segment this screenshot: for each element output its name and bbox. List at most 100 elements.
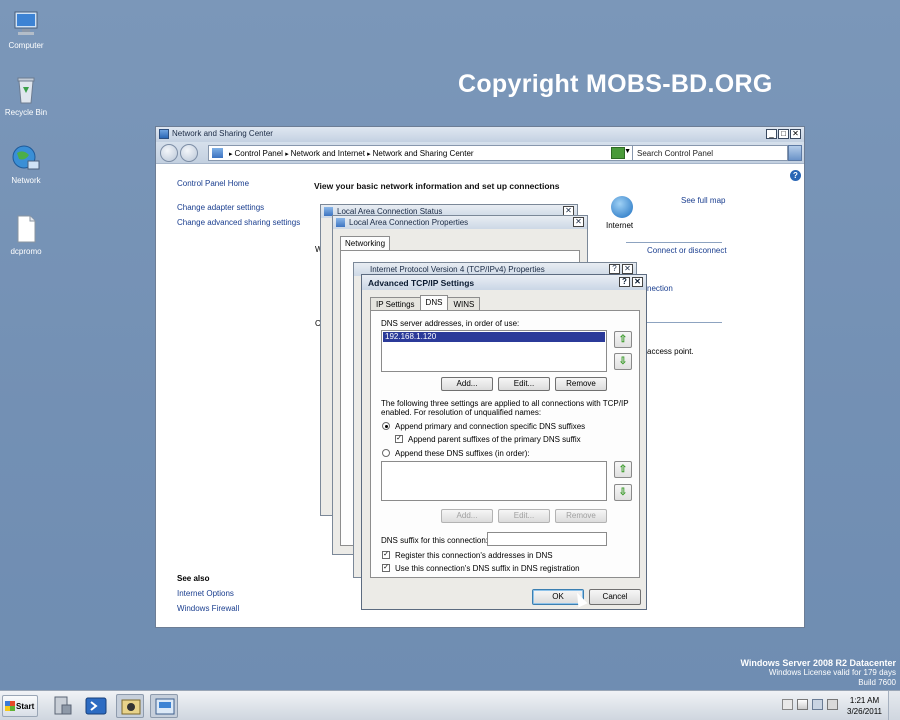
link-connect-or-disconnect[interactable]: Connect or disconnect: [647, 246, 727, 255]
copyright-watermark: Copyright MOBS-BD.ORG: [458, 70, 773, 98]
breadcrumb-network-sharing[interactable]: Network and Sharing Center: [373, 149, 474, 158]
desktop-icon-network[interactable]: Network: [0, 143, 52, 185]
computer-icon: [11, 8, 41, 38]
window-titlebar[interactable]: Network and Sharing Center _ □ ✕: [156, 127, 804, 142]
breadcrumb-control-panel[interactable]: Control Panel: [234, 149, 282, 158]
help-button[interactable]: ?: [609, 264, 620, 274]
maximize-button[interactable]: □: [778, 129, 789, 139]
dialog-titlebar[interactable]: Local Area Connection Properties ✕: [333, 216, 587, 229]
tab-dns[interactable]: DNS: [419, 295, 449, 310]
link-change-adapter-settings[interactable]: Change adapter settings: [177, 203, 264, 212]
desktop-icon-computer[interactable]: Computer: [0, 8, 52, 50]
network-icon: [336, 218, 345, 227]
close-button[interactable]: ✕: [622, 264, 633, 274]
edit-button[interactable]: Edit...: [498, 377, 550, 391]
refresh-button[interactable]: [611, 147, 625, 159]
check-use-suffix-label: Use this connection's DNS suffix in DNS …: [395, 564, 580, 573]
radio-append-these[interactable]: [382, 449, 390, 457]
check-register[interactable]: ✓: [382, 551, 390, 559]
see-also-heading: See also: [177, 574, 210, 583]
os-watermark: Windows Server 2008 R2 Datacenter Window…: [741, 658, 897, 688]
dns-suffix-list[interactable]: [381, 461, 607, 501]
dns-servers-label: DNS server addresses, in order of use:: [381, 319, 520, 328]
suffix-remove-button[interactable]: Remove: [555, 509, 607, 523]
tab-wins[interactable]: WINS: [447, 297, 481, 310]
remove-button[interactable]: Remove: [555, 377, 607, 391]
suffix-add-button[interactable]: Add...: [441, 509, 493, 523]
tab-networking[interactable]: Networking: [340, 236, 391, 250]
control-panel-icon: [212, 148, 223, 158]
back-button[interactable]: [160, 144, 178, 162]
network-tray-icon[interactable]: [812, 699, 823, 710]
down-arrow-icon: ⇩: [618, 487, 628, 498]
move-down-button[interactable]: ⇩: [614, 353, 632, 370]
os-build: Build 7600: [858, 678, 896, 687]
tab-ip-settings[interactable]: IP Settings: [370, 297, 421, 310]
search-input[interactable]: Search Control Panel: [632, 145, 788, 161]
clock-date: 3/26/2011: [847, 707, 882, 716]
main-heading: View your basic network information and …: [314, 181, 560, 191]
link-see-full-map[interactable]: See full map: [681, 196, 725, 205]
breadcrumb-network-internet[interactable]: Network and Internet: [291, 149, 365, 158]
link-internet-options[interactable]: Internet Options: [177, 589, 234, 598]
address-bar[interactable]: ▸ Control Panel ▸ Network and Internet ▸…: [208, 145, 636, 161]
dialog-titlebar[interactable]: Advanced TCP/IP Settings ? ✕: [362, 275, 646, 290]
server-manager-icon[interactable]: [48, 694, 76, 718]
check-append-parent-label: Append parent suffixes of the primary DN…: [408, 435, 581, 444]
desktop: Computer Recycle Bin Network dcpromo Cop…: [0, 0, 900, 690]
close-button[interactable]: ✕: [573, 217, 584, 227]
radio-append-primary[interactable]: [382, 422, 390, 430]
flag-tray-icon[interactable]: [797, 699, 808, 710]
dns-server-item[interactable]: 192.168.1.120: [383, 332, 605, 342]
add-button[interactable]: Add...: [441, 377, 493, 391]
dns-suffix-label: DNS suffix for this connection:: [381, 536, 489, 545]
search-icon[interactable]: [788, 145, 802, 161]
close-button[interactable]: ✕: [632, 277, 643, 287]
network-center-icon: [159, 129, 169, 139]
left-pane: Control Panel Home Change adapter settin…: [156, 164, 306, 627]
clock[interactable]: 1:21 AM 3/26/2011: [847, 695, 882, 717]
window-title: Network and Sharing Center: [172, 129, 273, 138]
help-icon[interactable]: ?: [790, 170, 801, 181]
dns-server-list[interactable]: 192.168.1.120: [381, 330, 607, 372]
dialog-title: Advanced TCP/IP Settings: [368, 278, 475, 288]
desktop-icon-label: Network: [11, 176, 41, 185]
network-icon: [11, 143, 41, 173]
system-tray: [782, 699, 838, 710]
forward-button[interactable]: [180, 144, 198, 162]
desktop-icon-label: Computer: [8, 41, 44, 50]
internet-label: Internet: [606, 221, 634, 230]
help-button[interactable]: ?: [619, 277, 630, 287]
check-use-suffix[interactable]: ✓: [382, 564, 390, 572]
os-license: Windows License valid for 179 days: [768, 668, 896, 677]
suffix-move-up-button[interactable]: ⇧: [614, 461, 632, 478]
explorer-icon[interactable]: [116, 694, 144, 718]
move-up-button[interactable]: ⇧: [614, 331, 632, 348]
speaker-tray-icon[interactable]: [827, 699, 838, 710]
cancel-button[interactable]: Cancel: [589, 589, 641, 605]
powershell-icon[interactable]: [82, 694, 110, 718]
check-append-parent[interactable]: ✓: [395, 435, 403, 443]
dns-panel: DNS server addresses, in order of use: 1…: [370, 310, 640, 578]
network-connections-icon[interactable]: [150, 694, 178, 718]
partial-link-text[interactable]: nection: [647, 284, 673, 293]
link-change-advanced-sharing[interactable]: Change advanced sharing settings: [177, 218, 300, 227]
up-arrow-tray-icon[interactable]: [782, 699, 793, 710]
suffix-move-down-button[interactable]: ⇩: [614, 484, 632, 501]
up-arrow-icon: ⇧: [618, 334, 628, 345]
dns-suffix-input[interactable]: [487, 532, 607, 546]
close-button[interactable]: ✕: [790, 129, 801, 139]
partial-text: access point.: [647, 347, 694, 356]
link-windows-firewall[interactable]: Windows Firewall: [177, 604, 239, 613]
address-dropdown-icon[interactable]: ▼: [624, 148, 631, 155]
start-button[interactable]: Start: [2, 695, 38, 717]
minimize-button[interactable]: _: [766, 129, 777, 139]
up-arrow-icon: ⇧: [618, 464, 628, 475]
suffix-edit-button[interactable]: Edit...: [498, 509, 550, 523]
windows-flag-icon: [5, 701, 15, 711]
desktop-icon-dcpromo[interactable]: dcpromo: [0, 214, 52, 256]
show-desktop-button[interactable]: [888, 691, 900, 720]
link-control-panel-home[interactable]: Control Panel Home: [177, 179, 249, 188]
internet-globe-icon: [611, 196, 633, 218]
desktop-icon-recycle-bin[interactable]: Recycle Bin: [0, 75, 52, 117]
